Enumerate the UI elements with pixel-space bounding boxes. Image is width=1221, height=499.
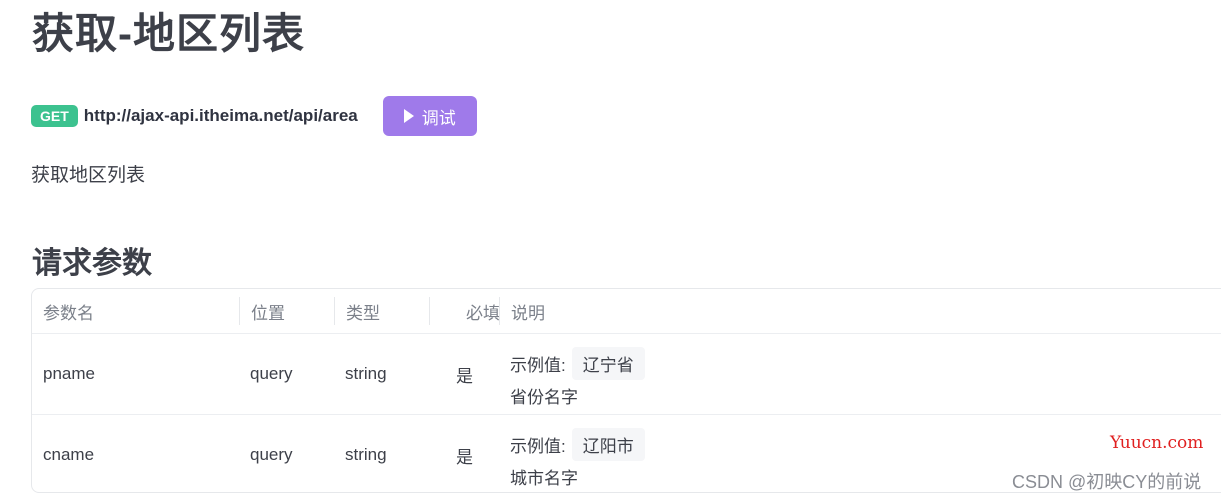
- header-type: 类型: [334, 297, 380, 325]
- param-type: string: [345, 445, 387, 464]
- example-label: 示例值:: [510, 355, 566, 375]
- param-position: query: [250, 364, 293, 383]
- param-desc-text: 省份名字: [510, 388, 578, 407]
- play-icon: [403, 109, 414, 123]
- header-position: 位置: [239, 297, 285, 325]
- debug-button[interactable]: 调试: [382, 96, 477, 136]
- csdn-watermark: CSDN @初映CY的前说: [1012, 472, 1202, 492]
- api-description: 获取地区列表: [31, 165, 146, 186]
- param-description: 示例值: 辽宁省 省份名字: [510, 346, 645, 408]
- table-row: pname query string 是 示例值: 辽宁省 省份名字: [32, 334, 1221, 415]
- param-name: pname: [43, 364, 95, 383]
- method-badge: GET: [31, 105, 78, 127]
- table-header: 参数名 位置 类型 必填 说明: [32, 289, 1221, 334]
- page-title: 获取-地区列表: [32, 10, 305, 57]
- param-type: string: [345, 364, 387, 383]
- param-position: query: [250, 445, 293, 464]
- header-required: 必填: [429, 297, 500, 325]
- param-desc-text: 城市名字: [510, 469, 578, 488]
- param-required: 是: [456, 366, 473, 386]
- example-line: 示例值: 辽宁省: [510, 346, 645, 380]
- example-value: 辽阳市: [571, 427, 645, 461]
- example-value: 辽宁省: [571, 346, 645, 380]
- section-title-params: 请求参数: [32, 247, 152, 280]
- params-table: 参数名 位置 类型 必填 说明 pname query string 是 示例值…: [31, 288, 1221, 493]
- param-description: 示例值: 辽阳市 城市名字: [510, 427, 645, 489]
- brand-watermark: Yuucn.com: [1110, 433, 1204, 453]
- debug-button-label: 调试: [421, 108, 456, 128]
- example-line: 示例值: 辽阳市: [510, 427, 645, 461]
- endpoint-row: GET http://ajax-api.itheima.net/api/area…: [31, 96, 477, 136]
- header-param-name: 参数名: [43, 303, 94, 323]
- header-description: 说明: [499, 297, 545, 325]
- example-label: 示例值:: [510, 436, 566, 456]
- param-required: 是: [456, 447, 473, 467]
- param-name: cname: [43, 445, 95, 464]
- endpoint-url[interactable]: http://ajax-api.itheima.net/api/area: [84, 106, 358, 126]
